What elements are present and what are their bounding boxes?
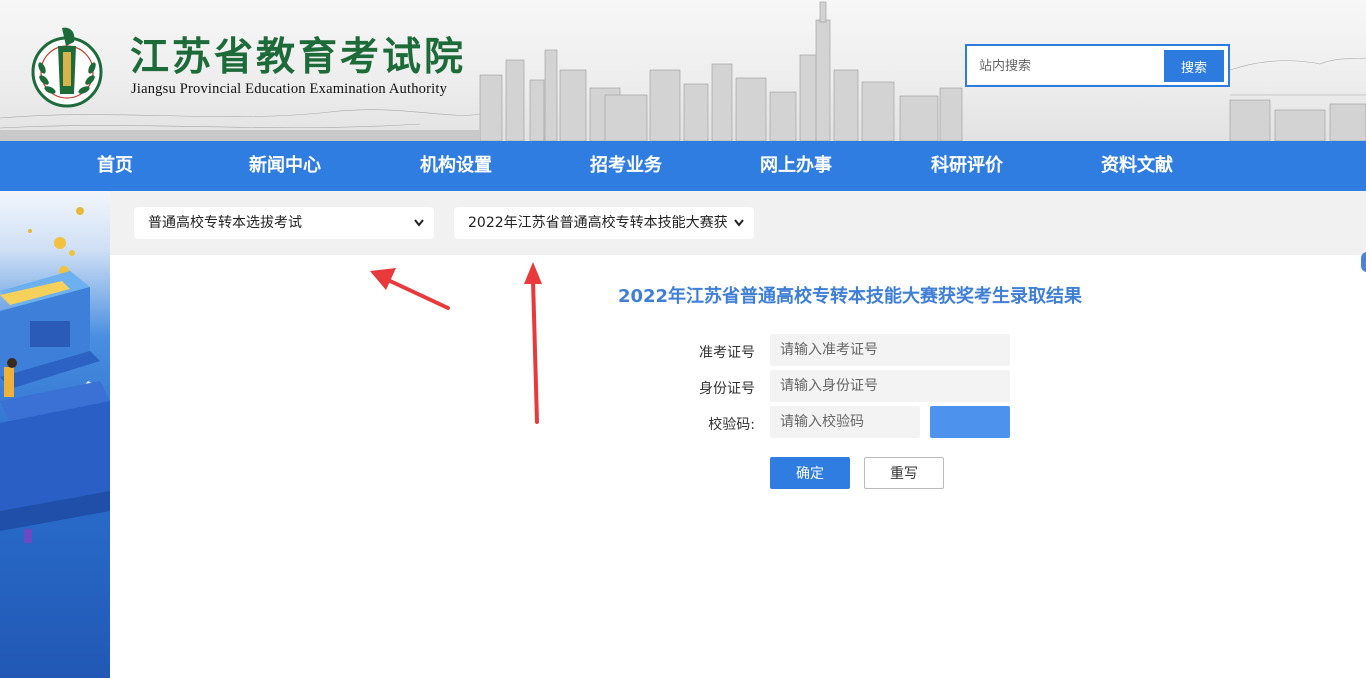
exam-item-select-value: 2022年江苏省普通高校专转本技能大赛获 [468,215,728,231]
main-nav: 首页 新闻中心 机构设置 招考业务 网上办事 科研评价 资料文献 [0,141,1366,191]
filter-bar: 普通高校专转本选拔考试 2022年江苏省普通高校专转本技能大赛获 [110,191,1366,255]
id-number-input[interactable] [770,370,1010,402]
captcha-label: 校验码: [708,417,755,433]
admission-number-label: 准考证号 [699,345,755,361]
search-box: 搜索 [965,44,1230,87]
nav-item-documents[interactable]: 资料文献 [1078,141,1196,191]
chevron-down-icon [732,207,746,239]
nav-item-news[interactable]: 新闻中心 [228,141,342,191]
isometric-illustration [0,207,110,543]
nav-item-organization[interactable]: 机构设置 [398,141,514,191]
nav-item-home[interactable]: 首页 [72,141,158,191]
site-header: 江苏省教育考试院 Jiangsu Provincial Education Ex… [0,0,1366,141]
captcha-image-button[interactable] [930,406,1010,438]
search-button[interactable]: 搜索 [1164,50,1224,82]
nav-item-admission[interactable]: 招考业务 [568,141,684,191]
left-decoration-panel [0,191,110,678]
search-input[interactable] [973,51,1163,81]
annotation-arrow [524,262,542,424]
nav-item-research[interactable]: 科研评价 [908,141,1026,191]
admission-number-input[interactable] [770,334,1010,366]
side-float-tab[interactable] [1361,252,1366,272]
exam-type-select[interactable]: 普通高校专转本选拔考试 [134,207,434,239]
chevron-down-icon [414,219,424,227]
nav-item-online-service[interactable]: 网上办事 [738,141,854,191]
site-title-chinese: 江苏省教育考试院 [130,35,467,80]
id-number-label: 身份证号 [699,381,755,397]
annotation-arrow [370,268,450,310]
site-title-english: Jiangsu Provincial Education Examination… [131,81,448,97]
logo-emblem [31,27,103,108]
captcha-input[interactable] [770,406,920,438]
page-title: 2022年江苏省普通高校专转本技能大赛获奖考生录取结果 [617,286,1083,307]
confirm-button[interactable]: 确定 [770,457,850,489]
exam-item-select[interactable]: 2022年江苏省普通高校专转本技能大赛获 [454,207,754,239]
exam-type-select-value: 普通高校专转本选拔考试 [148,215,302,231]
reset-button[interactable]: 重写 [864,457,944,489]
